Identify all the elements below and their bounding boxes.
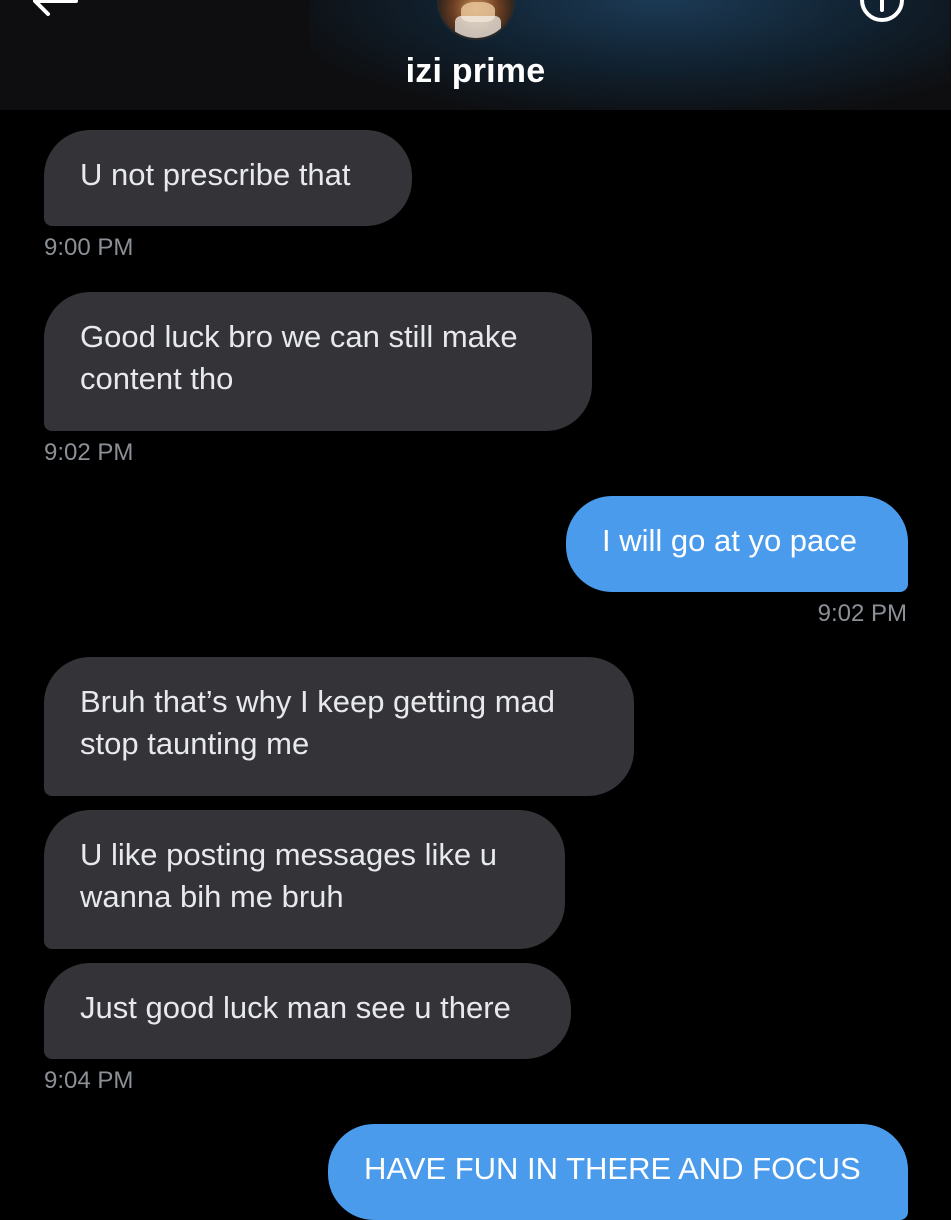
message-bubble-incoming[interactable]: Bruh that’s why I keep getting mad stop … — [44, 657, 634, 796]
message-timestamp: 9:04 PM — [44, 1067, 134, 1094]
info-icon[interactable] — [858, 0, 906, 24]
arrow-left-icon[interactable] — [28, 0, 80, 18]
message-bubble-incoming[interactable]: U not prescribe that — [44, 130, 412, 226]
contact-name[interactable]: izi prime — [0, 52, 951, 91]
conversation-header: izi prime — [0, 0, 951, 110]
message-timestamp: 9:02 PM — [44, 439, 134, 466]
message-bubble-incoming[interactable]: Good luck bro we can still make content … — [44, 292, 592, 431]
message-bubble-incoming[interactable]: Just good luck man see u there — [44, 963, 571, 1059]
message-bubble-outgoing[interactable]: HAVE FUN IN THERE AND FOCUS — [328, 1124, 908, 1220]
message-bubble-outgoing[interactable]: I will go at yo pace — [566, 496, 908, 592]
message-timestamp: 9:00 PM — [44, 234, 134, 261]
message-bubble-incoming[interactable]: U like posting messages like u wanna bih… — [44, 810, 565, 949]
message-timestamp: 9:02 PM — [817, 600, 907, 627]
avatar-cards — [455, 16, 501, 38]
